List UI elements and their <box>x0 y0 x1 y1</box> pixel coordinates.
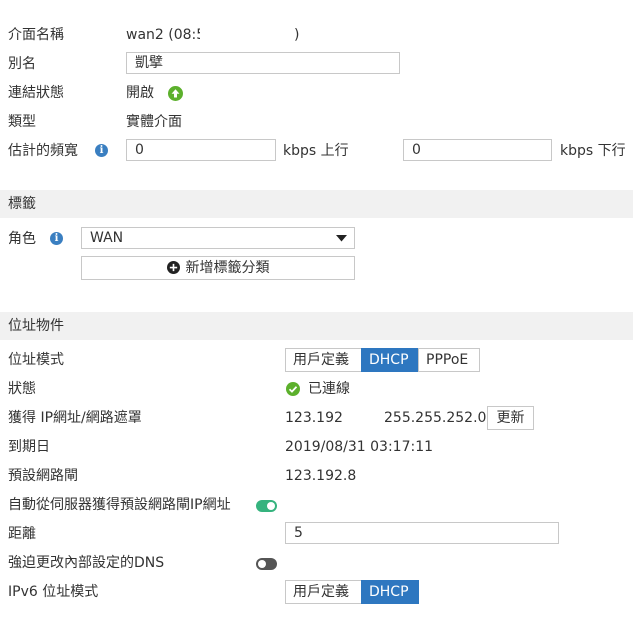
interface-name-suffix: ) <box>294 27 300 43</box>
toggle-knob <box>267 502 275 510</box>
address-mode-manual[interactable]: 用戶定義 <box>285 348 362 372</box>
role-label: 角色 <box>8 231 36 247</box>
ipv6-mode-label: IPv6 位址模式 <box>8 584 99 600</box>
distance-label: 距離 <box>8 526 36 542</box>
auto-gateway-toggle[interactable] <box>256 500 277 512</box>
renew-button[interactable]: 更新 <box>487 406 534 430</box>
alias-input[interactable]: 凱擘 <box>126 52 400 74</box>
address-section-header: 位址物件 <box>0 312 633 340</box>
expiry-label: 到期日 <box>8 439 50 455</box>
downstream-unit: kbps 下行 <box>560 143 626 159</box>
netmask-value: 255.255.252.0 <box>384 410 487 426</box>
status-value: 已連線 <box>308 381 350 397</box>
expiry-value: 2019/08/31 03:17:11 <box>285 439 434 455</box>
type-value: 實體介面 <box>126 114 182 130</box>
interface-name-value: wan2 (08:5 <box>126 27 206 43</box>
tags-section-header: 標籤 <box>0 190 633 218</box>
upstream-unit: kbps 上行 <box>283 143 349 159</box>
check-circle-icon <box>286 382 300 396</box>
info-icon: i <box>95 144 108 157</box>
address-section-title: 位址物件 <box>8 318 64 334</box>
role-select-value: WAN <box>90 230 124 246</box>
add-tag-category-button[interactable]: 新增標籤分類 <box>81 256 355 280</box>
toggle-knob <box>258 560 266 568</box>
auto-gateway-label: 自動從伺服器獲得預設網路閘IP網址 <box>8 497 231 513</box>
type-label: 類型 <box>8 114 36 130</box>
plus-circle-icon <box>166 261 180 274</box>
alias-label: 別名 <box>8 56 36 72</box>
status-label: 狀態 <box>8 381 36 397</box>
override-dns-toggle[interactable] <box>256 558 277 570</box>
gateway-label: 預設網路閘 <box>8 468 78 484</box>
ip-netmask-label: 獲得 IP網址/網路遮罩 <box>8 410 142 426</box>
info-icon: i <box>50 232 63 245</box>
ipv6-mode-manual[interactable]: 用戶定義 <box>285 580 362 604</box>
redacted-region <box>200 26 292 44</box>
interface-name-label: 介面名稱 <box>8 27 64 43</box>
caret-down-icon <box>336 235 347 242</box>
gateway-value: 123.192.8 <box>285 468 357 484</box>
role-select[interactable]: WAN <box>81 227 355 249</box>
arrow-up-circle-icon <box>168 86 183 101</box>
ip-value: 123.192 <box>285 410 343 426</box>
bandwidth-label: 估計的頻寬 <box>8 143 78 159</box>
tags-section-title: 標籤 <box>8 196 36 212</box>
link-status-label: 連結狀態 <box>8 85 64 101</box>
address-mode-label: 位址模式 <box>8 352 64 368</box>
override-dns-label: 強迫更改內部設定的DNS <box>8 555 165 571</box>
add-tag-category-label: 新增標籤分類 <box>185 260 270 276</box>
address-mode-dhcp[interactable]: DHCP <box>361 348 419 372</box>
upstream-bandwidth-input[interactable]: 0 <box>126 139 276 161</box>
distance-input[interactable]: 5 <box>285 522 559 544</box>
link-status-value: 開啟 <box>126 85 154 101</box>
ipv6-mode-dhcp[interactable]: DHCP <box>361 580 419 604</box>
address-mode-pppoe[interactable]: PPPoE <box>418 348 480 372</box>
downstream-bandwidth-input[interactable]: 0 <box>403 139 552 161</box>
